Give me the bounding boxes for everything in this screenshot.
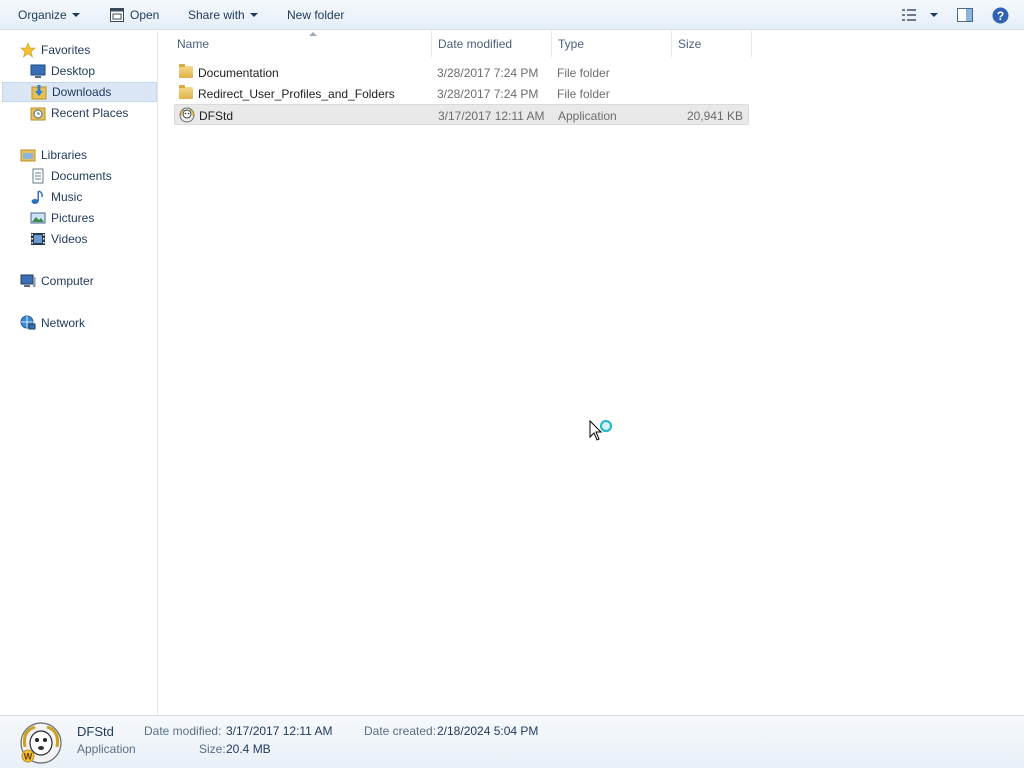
- open-icon: [110, 8, 124, 22]
- details-date-modified-value: 3/17/2017 12:11 AM: [226, 724, 333, 738]
- nav-desktop-label: Desktop: [51, 64, 96, 78]
- nav-libraries-label: Libraries: [41, 148, 88, 162]
- svg-text:?: ?: [997, 9, 1004, 23]
- file-list-pane: Name Date modified Type Size Documentati…: [159, 31, 1024, 715]
- open-label: Open: [130, 8, 160, 22]
- details-file-name: DFStd: [77, 724, 114, 739]
- preview-pane-icon: [957, 8, 973, 22]
- music-icon: [31, 190, 43, 204]
- recent-places-icon: [30, 107, 46, 121]
- nav-music-label: Music: [51, 190, 83, 204]
- file-size: 20,941 KB: [686, 108, 743, 123]
- nav-computer-label: Computer: [41, 274, 94, 288]
- details-file-kind: Application: [77, 742, 136, 756]
- chevron-down-icon: [71, 13, 80, 17]
- nav-downloads-label: Downloads: [52, 85, 112, 99]
- svg-text:W: W: [24, 752, 33, 762]
- file-date-modified: 3/17/2017 12:11 AM: [438, 108, 545, 123]
- star-icon: [20, 42, 36, 58]
- help-icon: ?: [992, 7, 1009, 23]
- chevron-down-icon: [930, 13, 938, 17]
- documents-icon: [32, 168, 44, 184]
- new-folder-button[interactable]: New folder: [287, 0, 344, 30]
- column-header-type[interactable]: Type: [552, 31, 672, 57]
- file-date-modified: 3/28/2017 7:24 PM: [437, 65, 539, 80]
- details-pane: W DFStd Application Date modified: 3/17/…: [0, 715, 1024, 768]
- videos-icon: [31, 233, 45, 245]
- new-folder-label: New folder: [287, 8, 345, 22]
- file-date-modified: 3/28/2017 7:24 PM: [437, 86, 539, 101]
- column-header-size[interactable]: Size: [672, 31, 752, 57]
- details-date-modified-label: Date modified:: [144, 724, 222, 738]
- folder-icon: [178, 64, 194, 80]
- preview-pane-button[interactable]: [957, 0, 973, 30]
- chevron-down-icon: [249, 13, 258, 17]
- folder-icon: [178, 85, 194, 101]
- nav-pictures[interactable]: Pictures: [0, 208, 157, 228]
- file-name: DFStd: [199, 108, 234, 123]
- sort-ascending-icon: [309, 32, 317, 36]
- nav-recent-places[interactable]: Recent Places: [0, 103, 157, 123]
- nav-documents-label: Documents: [51, 169, 112, 183]
- navigation-pane: Favorites Desktop Downloads Recent Place…: [0, 31, 158, 715]
- nav-computer[interactable]: Computer: [0, 271, 157, 291]
- view-details-icon: [902, 9, 916, 21]
- nav-music[interactable]: Music: [0, 187, 157, 207]
- share-with-button[interactable]: Share with: [188, 0, 258, 30]
- busy-cursor-icon: [589, 420, 613, 441]
- column-header-date-modified-label: Date modified: [438, 37, 513, 51]
- application-icon: [179, 107, 195, 123]
- file-type: File folder: [557, 65, 610, 80]
- details-date-created-label: Date created:: [364, 724, 437, 738]
- desktop-icon: [30, 64, 46, 78]
- help-button[interactable]: ?: [992, 0, 1009, 30]
- file-row[interactable]: DFStd 3/17/2017 12:11 AM Application 20,…: [174, 104, 749, 125]
- details-size-value: 20.4 MB: [226, 742, 271, 756]
- file-name: Redirect_User_Profiles_and_Folders: [198, 86, 395, 101]
- nav-favorites[interactable]: Favorites: [0, 40, 157, 60]
- column-header-size-label: Size: [678, 37, 702, 51]
- nav-favorites-label: Favorites: [41, 43, 91, 57]
- network-icon: [20, 315, 36, 330]
- downloads-folder-icon: [31, 85, 47, 100]
- column-header-name-label: Name: [177, 37, 210, 51]
- pictures-icon: [30, 212, 46, 224]
- column-header-name[interactable]: Name: [171, 31, 432, 57]
- nav-desktop[interactable]: Desktop: [0, 61, 157, 81]
- open-button[interactable]: Open: [109, 0, 159, 30]
- nav-documents[interactable]: Documents: [0, 166, 157, 186]
- column-header-date-modified[interactable]: Date modified: [432, 31, 552, 57]
- column-header-type-label: Type: [558, 37, 585, 51]
- nav-libraries[interactable]: Libraries: [0, 145, 157, 165]
- file-type: File folder: [557, 86, 610, 101]
- nav-pictures-label: Pictures: [51, 211, 95, 225]
- nav-videos-label: Videos: [51, 232, 88, 246]
- application-large-icon: W: [20, 722, 62, 764]
- file-type: Application: [558, 108, 617, 123]
- file-row[interactable]: Redirect_User_Profiles_and_Folders 3/28/…: [174, 83, 749, 104]
- nav-network[interactable]: Network: [0, 313, 157, 333]
- nav-downloads[interactable]: Downloads: [2, 82, 157, 102]
- file-name: Documentation: [198, 65, 279, 80]
- view-options-button[interactable]: [925, 0, 938, 30]
- libraries-icon: [20, 149, 36, 162]
- share-with-label: Share with: [188, 8, 245, 22]
- details-size-label: Size:: [199, 742, 226, 756]
- change-view-button[interactable]: [901, 0, 917, 30]
- organize-label: Organize: [18, 8, 67, 22]
- nav-recent-places-label: Recent Places: [51, 106, 129, 120]
- details-date-created-value: 2/18/2024 5:04 PM: [437, 724, 539, 738]
- file-row[interactable]: Documentation 3/28/2017 7:24 PM File fol…: [174, 62, 749, 83]
- organize-button[interactable]: Organize: [18, 0, 80, 30]
- command-bar: Organize Open Share with New folder ?: [0, 0, 1024, 30]
- nav-videos[interactable]: Videos: [0, 229, 157, 249]
- nav-network-label: Network: [41, 316, 86, 330]
- computer-icon: [20, 274, 36, 287]
